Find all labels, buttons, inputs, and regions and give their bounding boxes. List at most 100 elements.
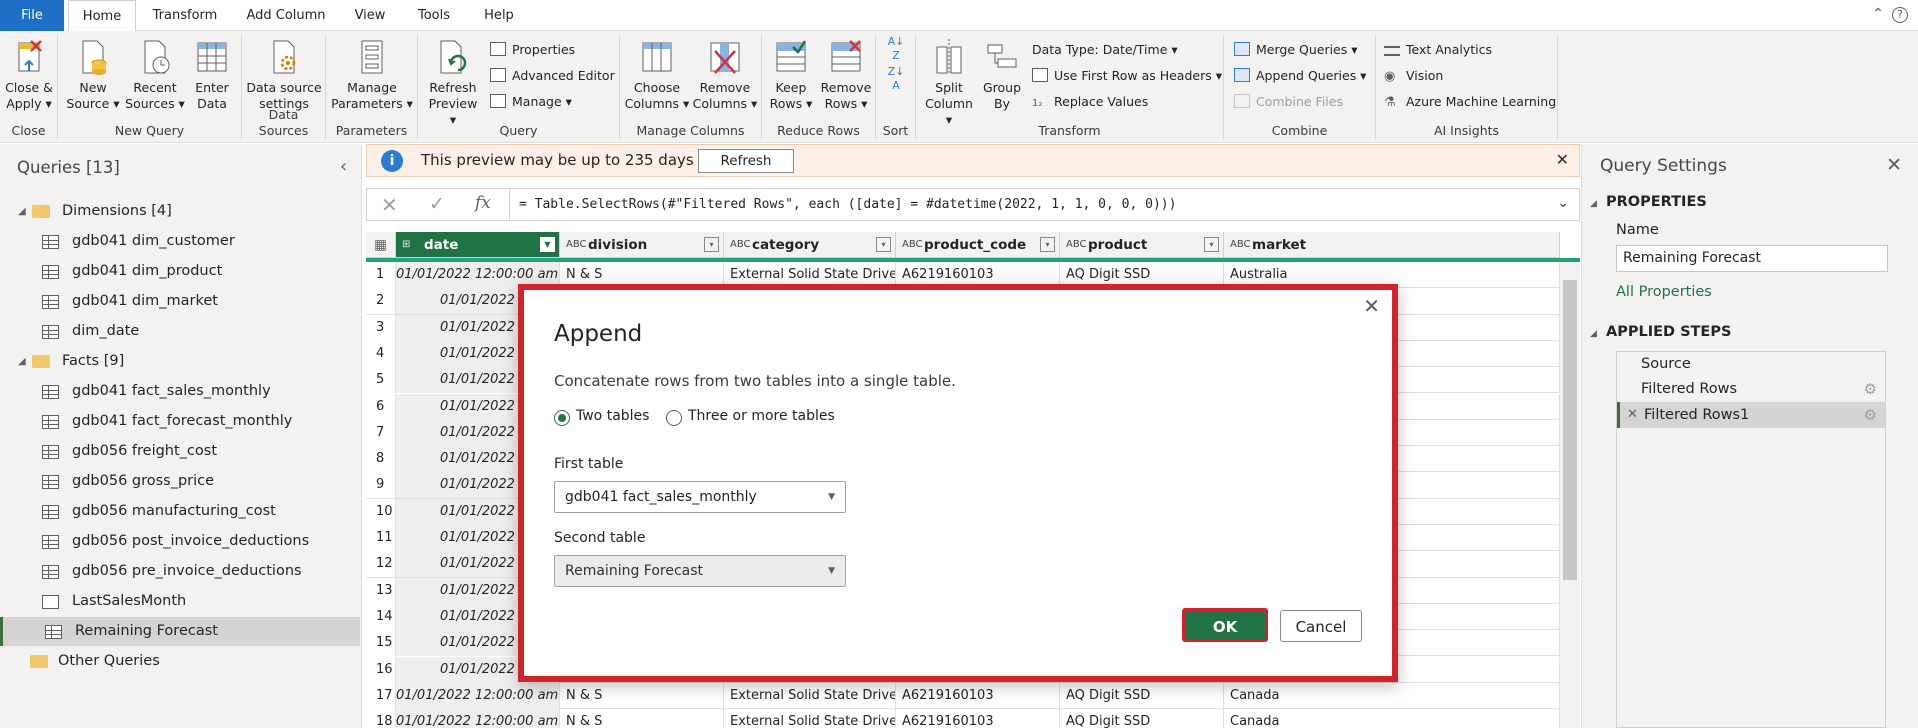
split-column-button[interactable]: Split Column ▾ bbox=[922, 37, 976, 128]
table-row[interactable]: 17 01/01/2022 12:00:00 am N & S External So… bbox=[366, 682, 1580, 710]
column-header-category[interactable]: ABC category ▾ bbox=[724, 232, 896, 258]
query-folder[interactable]: Other Queries bbox=[0, 647, 360, 676]
keep-rows-button[interactable]: Keep Rows ▾ bbox=[766, 37, 816, 112]
text-type-icon[interactable]: ABC bbox=[902, 232, 923, 258]
gear-icon[interactable]: ⚙ bbox=[1864, 377, 1877, 402]
table-menu-icon[interactable]: ▦ bbox=[366, 232, 396, 258]
query-item[interactable]: gdb041 fact_forecast_monthly bbox=[0, 407, 360, 436]
enter-data-button[interactable]: Enter Data bbox=[186, 37, 238, 112]
query-folder[interactable]: ◢ Facts [9] bbox=[0, 347, 360, 376]
query-item[interactable]: gdb041 dim_product bbox=[0, 257, 360, 286]
table-cell[interactable]: AQ Digit SSD bbox=[1060, 682, 1224, 709]
column-header-product[interactable]: ABC product ▾ bbox=[1060, 232, 1224, 258]
text-analytics-button[interactable]: Text Analytics bbox=[1384, 39, 1492, 61]
data-type-dropdown[interactable]: Data Type: Date/Time ▾ bbox=[1032, 39, 1178, 61]
advanced-editor-button[interactable]: Advanced Editor bbox=[490, 65, 615, 87]
query-item[interactable]: gdb041 dim_market bbox=[0, 287, 360, 316]
combine-files-button[interactable]: Combine Files bbox=[1234, 91, 1343, 113]
expand-caret-icon[interactable]: ◢ bbox=[18, 347, 26, 376]
cancel-button[interactable]: Cancel bbox=[1280, 610, 1362, 642]
table-cell[interactable]: Canada bbox=[1224, 709, 1560, 728]
query-item[interactable]: gdb056 gross_price bbox=[0, 467, 360, 496]
formula-input[interactable]: = Table.SelectRows(#"Filtered Rows", eac… bbox=[519, 189, 1176, 220]
query-folder[interactable]: ◢ Dimensions [4] bbox=[0, 197, 360, 226]
table-cell[interactable]: N & S bbox=[560, 682, 724, 709]
manage-parameters-button[interactable]: Manage Parameters ▾ bbox=[328, 37, 416, 112]
vertical-scrollbar[interactable] bbox=[1560, 262, 1580, 728]
vision-button[interactable]: ◉ Vision bbox=[1384, 65, 1443, 87]
expand-caret-icon[interactable]: ◢ bbox=[18, 197, 26, 226]
table-cell[interactable]: External Solid State Drives bbox=[724, 682, 896, 709]
fx-icon[interactable]: fx bbox=[475, 193, 491, 213]
table-cell[interactable]: A6219160103 bbox=[896, 682, 1060, 709]
applied-steps-caret-icon[interactable]: ◢ bbox=[1590, 329, 1597, 339]
query-item[interactable]: Remaining Forecast bbox=[0, 617, 360, 646]
refresh-preview-button[interactable]: Refresh Preview ▾ bbox=[424, 37, 482, 128]
tab-tools[interactable]: Tools bbox=[408, 0, 460, 31]
properties-caret-icon[interactable]: ◢ bbox=[1590, 199, 1597, 209]
query-item[interactable]: LastSalesMonth bbox=[0, 587, 360, 616]
table-cell[interactable]: 01/01/2022 12:00:00 am bbox=[396, 682, 560, 709]
column-dropdown-icon[interactable]: ▾ bbox=[1204, 237, 1219, 252]
query-name-input[interactable]: Remaining Forecast bbox=[1616, 245, 1888, 272]
column-header-market[interactable]: ABC market bbox=[1224, 232, 1560, 258]
close-settings-icon[interactable]: ✕ bbox=[1886, 154, 1902, 176]
query-item[interactable]: gdb056 freight_cost bbox=[0, 437, 360, 466]
recent-sources-button[interactable]: Recent Sources ▾ bbox=[124, 37, 186, 112]
text-type-icon[interactable]: ABC bbox=[1066, 232, 1087, 258]
column-header-product_code[interactable]: ABC product_code ▾ bbox=[896, 232, 1060, 258]
column-dropdown-icon[interactable]: ▾ bbox=[704, 237, 719, 252]
tab-home[interactable]: Home bbox=[68, 0, 136, 32]
query-item[interactable]: gdb056 post_invoice_deductions bbox=[0, 527, 360, 556]
remove-columns-button[interactable]: Remove Columns ▾ bbox=[692, 37, 758, 112]
table-cell[interactable]: A6219160103 bbox=[896, 709, 1060, 728]
radio-three-tables-icon[interactable] bbox=[666, 410, 682, 426]
ok-button[interactable]: OK bbox=[1182, 608, 1268, 642]
query-item[interactable]: gdb056 manufacturing_cost bbox=[0, 497, 360, 526]
sort-ascending-button[interactable]: A↓ Z bbox=[882, 35, 910, 63]
properties-button[interactable]: Properties bbox=[490, 39, 575, 61]
replace-values-button[interactable]: 1₂ Replace Values bbox=[1032, 91, 1148, 113]
table-cell[interactable]: External Solid State Drives bbox=[724, 709, 896, 728]
first-table-select[interactable]: gdb041 fact_sales_monthly ▼ bbox=[554, 481, 846, 513]
scrollbar-thumb[interactable] bbox=[1563, 280, 1577, 580]
delete-step-icon[interactable]: ✕ bbox=[1627, 402, 1638, 428]
close-dialog-icon[interactable]: ✕ bbox=[1363, 294, 1380, 318]
append-queries-button[interactable]: Append Queries ▾ bbox=[1234, 65, 1366, 87]
tab-file[interactable]: File bbox=[0, 0, 64, 31]
tab-transform[interactable]: Transform bbox=[142, 0, 228, 31]
step-source[interactable]: Source bbox=[1617, 352, 1885, 377]
second-table-select[interactable]: Remaining Forecast ▼ bbox=[554, 555, 846, 587]
column-header-division[interactable]: ABC division ▾ bbox=[560, 232, 724, 258]
table-row[interactable]: 18 01/01/2022 12:00:00 am N & S External So… bbox=[366, 709, 1580, 728]
column-dropdown-icon[interactable]: ▾ bbox=[1040, 237, 1055, 252]
step-filtered-rows[interactable]: Filtered Rows ⚙ bbox=[1617, 377, 1885, 402]
banner-refresh-button[interactable]: Refresh bbox=[698, 149, 794, 173]
gear-icon[interactable]: ⚙ bbox=[1864, 402, 1877, 428]
manage-button[interactable]: Manage ▾ bbox=[490, 91, 572, 113]
new-source-button[interactable]: New Source ▾ bbox=[64, 37, 122, 112]
table-cell[interactable]: Canada bbox=[1224, 682, 1560, 709]
column-header-date[interactable]: ⊞ date ▼ bbox=[396, 232, 560, 258]
table-cell[interactable]: 01/01/2022 12:00:00 am bbox=[396, 709, 560, 728]
text-type-icon[interactable]: ABC bbox=[730, 232, 751, 258]
merge-queries-button[interactable]: Merge Queries ▾ bbox=[1234, 39, 1358, 61]
help-icon[interactable]: ? bbox=[1892, 7, 1908, 23]
close-banner-icon[interactable]: ✕ bbox=[1556, 150, 1569, 169]
cancel-formula-icon[interactable]: ✕ bbox=[381, 193, 398, 217]
data-source-settings-button[interactable]: Data source settings bbox=[244, 37, 324, 112]
sort-descending-button[interactable]: Z↓ A bbox=[882, 65, 910, 93]
remove-rows-button[interactable]: Remove Rows ▾ bbox=[818, 37, 874, 112]
tab-help[interactable]: Help bbox=[474, 0, 524, 31]
query-item[interactable]: gdb056 pre_invoice_deductions bbox=[0, 557, 360, 586]
expand-formula-icon[interactable]: ⌄ bbox=[1557, 195, 1569, 211]
collapse-ribbon-icon[interactable]: ⌃ bbox=[1872, 6, 1884, 22]
commit-formula-icon[interactable]: ✓ bbox=[429, 193, 445, 215]
close-apply-button[interactable]: Close & Apply ▾ bbox=[2, 37, 56, 112]
query-item[interactable]: gdb041 fact_sales_monthly bbox=[0, 377, 360, 406]
text-type-icon[interactable]: ABC bbox=[566, 232, 587, 258]
filter-icon[interactable]: ▼ bbox=[540, 237, 555, 252]
group-by-button[interactable]: Group By bbox=[978, 37, 1026, 112]
text-type-icon[interactable]: ABC bbox=[1230, 232, 1251, 258]
use-first-row-headers-button[interactable]: Use First Row as Headers ▾ bbox=[1032, 65, 1222, 87]
